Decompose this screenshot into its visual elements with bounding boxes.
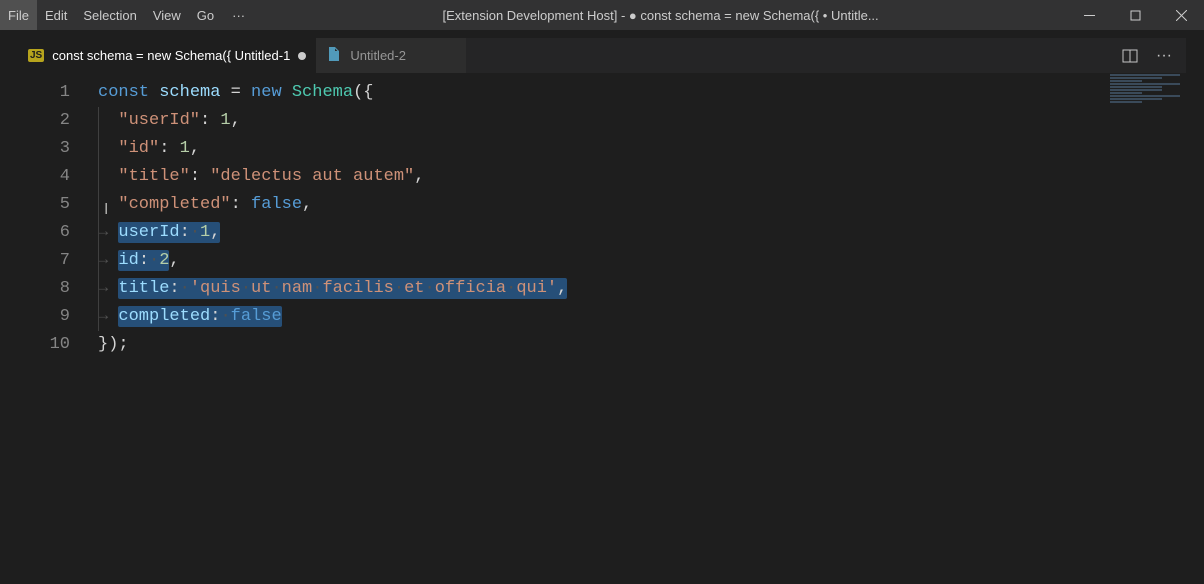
line-number: 5 bbox=[18, 191, 70, 219]
code-line[interactable]: }); bbox=[98, 331, 1186, 359]
minimize-button[interactable] bbox=[1066, 0, 1112, 30]
code-line[interactable]: → id:·2, bbox=[98, 247, 1186, 275]
line-number: 6 bbox=[18, 219, 70, 247]
menu-more[interactable]: ··· bbox=[222, 0, 255, 30]
tab-label: Untitled-2 bbox=[350, 48, 456, 63]
menu-view[interactable]: View bbox=[145, 0, 189, 30]
menu-edit[interactable]: Edit bbox=[37, 0, 75, 30]
code-area[interactable]: const schema = new Schema({"userId": 1,"… bbox=[98, 79, 1186, 359]
code-line[interactable]: → completed:·false bbox=[98, 303, 1186, 331]
line-number: 7 bbox=[18, 247, 70, 275]
file-icon bbox=[326, 46, 342, 65]
code-line[interactable]: "completed": false, bbox=[98, 191, 1186, 219]
maximize-button[interactable] bbox=[1112, 0, 1158, 30]
line-numbers: 12345678910 bbox=[18, 79, 98, 359]
line-number: 2 bbox=[18, 107, 70, 135]
minimize-icon bbox=[1084, 10, 1095, 21]
tab-untitled-1[interactable]: JS const schema = new Schema({ Untitled-… bbox=[18, 38, 316, 73]
editor-actions: ··· bbox=[1122, 38, 1186, 73]
minimap[interactable] bbox=[1106, 73, 1186, 133]
menu-file[interactable]: File bbox=[0, 0, 37, 30]
tab-label: const schema = new Schema({ Untitled-1 bbox=[52, 48, 290, 63]
code-line[interactable]: const schema = new Schema({ bbox=[98, 79, 1186, 107]
editor[interactable]: 12345678910 const schema = new Schema({"… bbox=[18, 73, 1186, 584]
code-line[interactable]: "id": 1, bbox=[98, 135, 1186, 163]
js-file-icon: JS bbox=[28, 49, 44, 62]
window-title: [Extension Development Host] - ● const s… bbox=[255, 8, 1066, 23]
split-editor-icon bbox=[1122, 48, 1138, 64]
menu-selection[interactable]: Selection bbox=[75, 0, 144, 30]
menu-bar: File Edit Selection View Go ··· bbox=[0, 0, 255, 30]
tabs-bar: JS const schema = new Schema({ Untitled-… bbox=[18, 38, 1186, 73]
window-controls bbox=[1066, 0, 1204, 30]
split-editor-button[interactable] bbox=[1122, 48, 1138, 64]
line-number: 3 bbox=[18, 135, 70, 163]
titlebar: File Edit Selection View Go ··· [Extensi… bbox=[0, 0, 1204, 30]
line-number: 10 bbox=[18, 331, 70, 359]
line-number: 1 bbox=[18, 79, 70, 107]
more-actions-button[interactable]: ··· bbox=[1156, 47, 1172, 65]
close-button[interactable] bbox=[1158, 0, 1204, 30]
maximize-icon bbox=[1130, 10, 1141, 21]
dirty-indicator-icon bbox=[298, 52, 306, 60]
code-line[interactable]: "userId": 1, bbox=[98, 107, 1186, 135]
code-line[interactable]: "title": "delectus aut autem", bbox=[98, 163, 1186, 191]
code-line[interactable]: → userId:·1, bbox=[98, 219, 1186, 247]
line-number: 9 bbox=[18, 303, 70, 331]
code-line[interactable]: → title:·'quis·ut·nam·facilis·et·officia… bbox=[98, 275, 1186, 303]
tab-untitled-2[interactable]: Untitled-2 bbox=[316, 38, 466, 73]
close-icon bbox=[1176, 10, 1187, 21]
menu-go[interactable]: Go bbox=[189, 0, 222, 30]
line-number: 8 bbox=[18, 275, 70, 303]
line-number: 4 bbox=[18, 163, 70, 191]
text-cursor-icon: I bbox=[104, 201, 108, 219]
